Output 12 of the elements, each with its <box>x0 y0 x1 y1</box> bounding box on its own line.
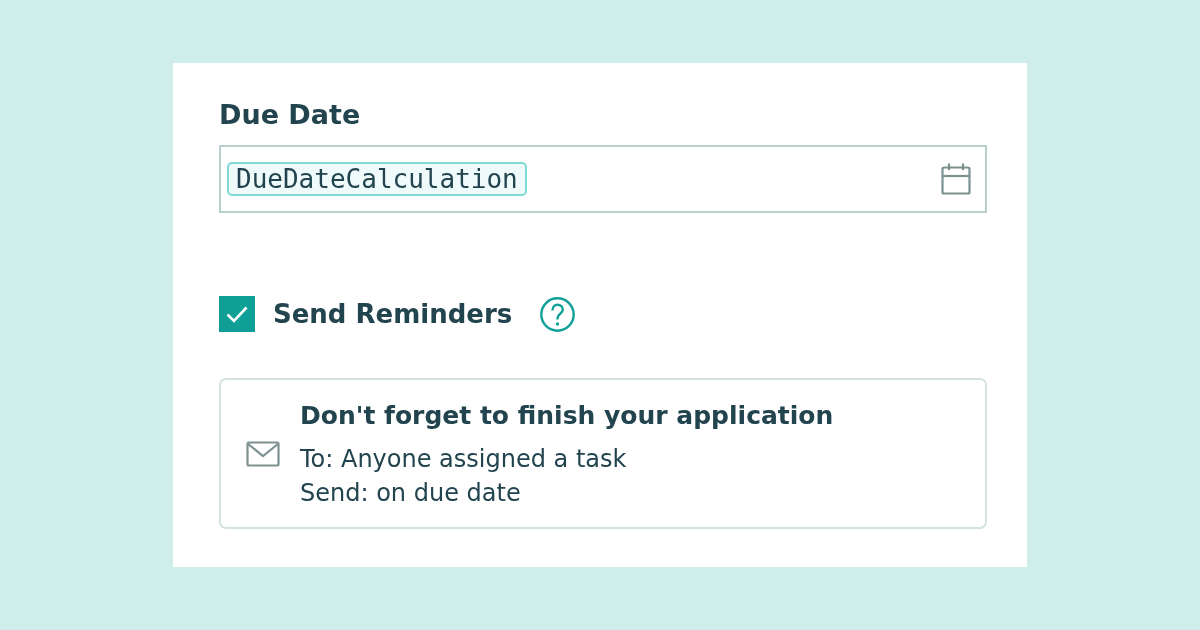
checkmark-icon <box>226 305 248 323</box>
field-label: Due Date <box>219 99 361 131</box>
reminder-title: Don't forget to finish your application <box>300 399 834 432</box>
checkbox[interactable] <box>219 296 255 332</box>
reminder-detail: To: Anyone assigned a task <box>300 443 627 475</box>
envelope-icon <box>246 440 280 467</box>
calendar-icon[interactable] <box>941 163 971 195</box>
checkbox-label: Send Reminders <box>273 298 513 331</box>
formula-token[interactable]: DueDateCalculation <box>227 162 527 196</box>
reminder-detail: Send: on due date <box>300 477 521 509</box>
date-field[interactable]: DueDateCalculation <box>219 145 987 213</box>
help-icon[interactable] <box>540 296 576 332</box>
